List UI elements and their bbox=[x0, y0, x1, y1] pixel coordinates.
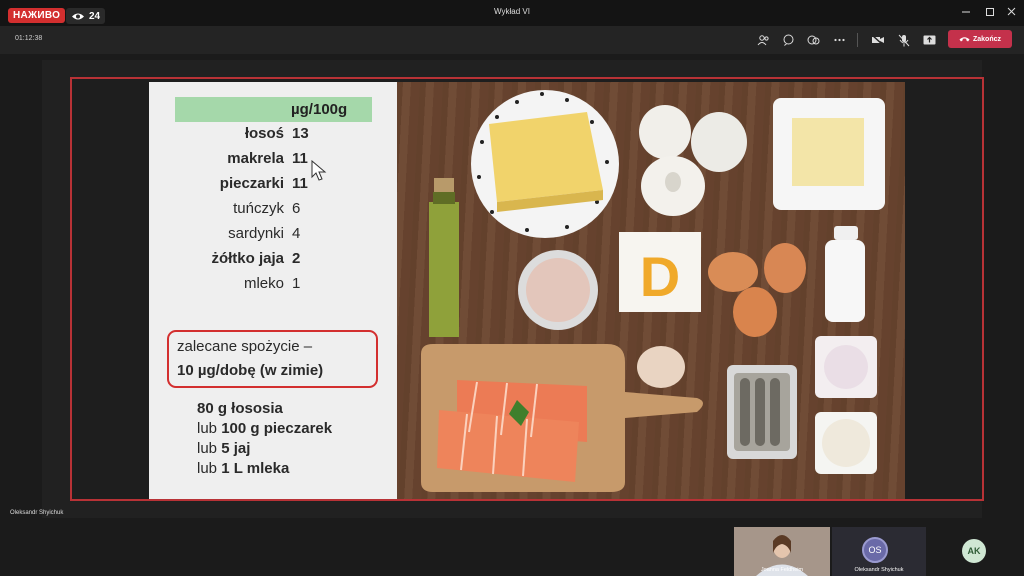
phone-hangup-icon bbox=[959, 37, 970, 42]
mouse-cursor-icon bbox=[311, 160, 327, 181]
participant-name: Joanna Feldheim bbox=[760, 567, 804, 573]
food-name: makrela bbox=[227, 150, 284, 167]
share-screen-button[interactable] bbox=[922, 33, 936, 47]
microphone-toggle-button[interactable] bbox=[897, 33, 911, 47]
food-value: 6 bbox=[292, 200, 301, 217]
chat-icon bbox=[783, 34, 793, 46]
food-name: sardynki bbox=[228, 225, 284, 242]
meeting-timer: 01:12:38 bbox=[15, 35, 43, 42]
yogurt-cups-image bbox=[815, 336, 877, 474]
participants-button[interactable] bbox=[756, 33, 770, 47]
share-icon bbox=[923, 35, 935, 44]
maximize-button[interactable] bbox=[982, 5, 998, 19]
food-name: mleko bbox=[243, 275, 284, 292]
food-value: 11 bbox=[292, 175, 308, 192]
vitamin-d-card: D bbox=[619, 232, 701, 312]
food-name: żółtko jaja bbox=[211, 250, 284, 267]
tuna-jar-image bbox=[518, 250, 598, 330]
food-value: 2 bbox=[292, 250, 301, 267]
butter-dish-image bbox=[773, 98, 885, 210]
window-title: Wykład VI bbox=[494, 7, 530, 16]
food-value: 4 bbox=[292, 225, 301, 242]
example-item: lub 1 L mleka bbox=[197, 460, 290, 477]
food-value: 1 bbox=[292, 275, 301, 292]
leave-call-button[interactable]: Zakończ bbox=[948, 30, 1012, 48]
people-icon bbox=[757, 35, 769, 46]
shared-screen: µg/100g łosoś 13 makrela 11 pieczarki 11… bbox=[70, 77, 984, 501]
more-options-button[interactable] bbox=[832, 33, 846, 47]
chat-button[interactable] bbox=[781, 33, 795, 47]
food-name: łosoś bbox=[244, 125, 284, 142]
participant-avatar: OS bbox=[862, 537, 888, 563]
table-header-unit: µg/100g bbox=[291, 101, 348, 118]
vitamin-d-foods-photo: D bbox=[397, 82, 905, 499]
participant-name: Oleksandr Shyichuk bbox=[854, 567, 904, 573]
slide-text-panel: µg/100g łosoś 13 makrela 11 pieczarki 11… bbox=[149, 82, 397, 499]
leave-call-label: Zakończ bbox=[972, 35, 1001, 43]
title-bar: НАЖИВО 24 Wykład VI bbox=[0, 0, 1024, 26]
camera-off-icon bbox=[871, 34, 884, 46]
camera-toggle-button[interactable] bbox=[871, 33, 885, 47]
participant-video-tile[interactable]: OS Oleksandr Shyichuk bbox=[832, 527, 926, 576]
minimize-button[interactable] bbox=[958, 5, 974, 19]
milk-bottle-image bbox=[825, 226, 865, 322]
cheese-plate-image bbox=[471, 90, 619, 238]
more-icon bbox=[833, 38, 845, 42]
meeting-toolbar: 01:12:38 Zakończ bbox=[0, 26, 1024, 54]
presenter-name-tag: Oleksandr Shyichuk bbox=[10, 510, 64, 516]
oil-bottle-image bbox=[429, 178, 459, 337]
vitamin-d-letter: D bbox=[640, 245, 680, 308]
food-value: 13 bbox=[292, 125, 309, 142]
toolbar-divider bbox=[857, 33, 858, 47]
food-name: pieczarki bbox=[219, 175, 284, 192]
recommendation-line-1: zalecane spożycie – bbox=[177, 338, 313, 355]
example-item: lub 5 jaj bbox=[197, 440, 251, 457]
example-item: 80 g łososia bbox=[197, 400, 283, 417]
food-value: 11 bbox=[292, 150, 308, 167]
participant-video-tile[interactable]: Joanna Feldheim bbox=[734, 527, 830, 576]
mushrooms-image bbox=[639, 105, 747, 216]
mic-off-icon bbox=[898, 34, 910, 46]
example-item: lub 100 g pieczarek bbox=[197, 420, 333, 437]
food-name: tuńczyk bbox=[233, 200, 284, 217]
recommendation-line-2: 10 µg/dobę (w zimie) bbox=[177, 362, 324, 379]
self-avatar[interactable]: AK bbox=[962, 539, 986, 563]
close-window-button[interactable] bbox=[1004, 5, 1020, 19]
reactions-button[interactable] bbox=[806, 33, 820, 47]
sardine-tin-image bbox=[727, 365, 797, 459]
raise-hand-icon bbox=[807, 35, 819, 45]
